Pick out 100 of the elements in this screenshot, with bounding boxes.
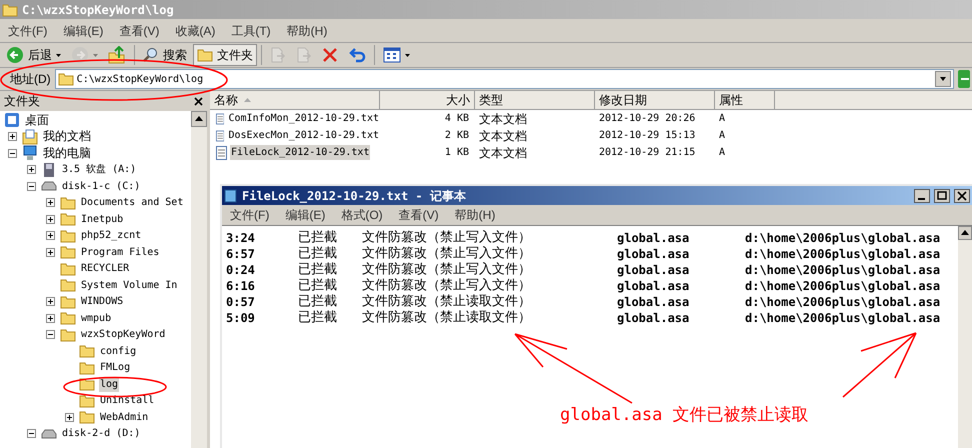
- move-to-icon: [270, 47, 286, 63]
- tree-item[interactable]: 3.5 软盘 (A:): [61, 162, 138, 178]
- folder-icon: [60, 228, 76, 243]
- tree-item[interactable]: Inetpub: [80, 212, 124, 227]
- scroll-up-icon[interactable]: [191, 111, 207, 127]
- expand-icon[interactable]: [46, 248, 55, 257]
- collapse-icon[interactable]: [27, 429, 36, 438]
- file-attributes: A: [718, 112, 726, 126]
- file-name[interactable]: DosExecMon_2012-10-29.txt: [227, 128, 380, 143]
- computer-icon: [22, 145, 38, 162]
- column-header[interactable]: 类型: [475, 91, 595, 109]
- window-title: FileLock_2012-10-29.txt - 记事本: [242, 188, 466, 204]
- file-type: 文本文档: [478, 128, 528, 144]
- file-size: 4 KB: [444, 112, 470, 126]
- caret-icon[interactable]: [56, 54, 61, 56]
- file-attributes: A: [718, 146, 726, 160]
- collapse-icon[interactable]: [8, 148, 17, 158]
- column-header[interactable]: 大小: [380, 91, 475, 109]
- expand-icon[interactable]: [46, 297, 55, 306]
- log-line: 3:24 已拦截 文件防篡改（禁止写入文件） global.asa d:\home\2006plus\global.asa: [226, 230, 942, 246]
- menu-item[interactable]: 文件(F): [222, 206, 278, 224]
- file-name[interactable]: FileLock_2012-10-29.txt: [230, 145, 370, 160]
- close-icon[interactable]: [194, 96, 203, 106]
- tree-item[interactable]: 我的文档: [42, 129, 92, 144]
- address-label: 地址(D): [9, 71, 51, 88]
- scroll-up-icon[interactable]: [958, 226, 972, 240]
- folder-icon: [60, 294, 76, 309]
- back-button[interactable]: 后退: [2, 44, 65, 66]
- pane-title: 文件夹: [4, 93, 40, 110]
- menu-item[interactable]: 工具(T): [223, 22, 279, 40]
- file-size: 1 KB: [444, 146, 470, 160]
- menu-item[interactable]: 编辑(E): [277, 206, 334, 224]
- log-line: 6:16 已拦截 文件防篡改（禁止写入文件） global.asa d:\home\2006plus\global.asa: [226, 278, 942, 294]
- column-header[interactable]: 名称: [210, 91, 380, 109]
- documents-icon: [22, 128, 38, 145]
- menu-item[interactable]: 收藏(A): [167, 22, 224, 40]
- tree-item[interactable]: log: [99, 376, 120, 392]
- menu-item[interactable]: 查看(V): [390, 206, 447, 224]
- expand-icon[interactable]: [8, 132, 17, 142]
- view-grid-icon: [383, 47, 401, 63]
- close-icon[interactable]: [954, 188, 970, 202]
- undo-icon: [348, 47, 366, 63]
- folder-icon: [60, 262, 76, 276]
- annotation-text: global.asa 文件已被禁止读取: [560, 404, 809, 427]
- collapse-icon[interactable]: [27, 182, 36, 191]
- file-type: 文本文档: [478, 144, 528, 162]
- tree-item[interactable]: wmpub: [80, 310, 112, 326]
- address-field[interactable]: C:\wzxStopKeyWord\log: [54, 69, 954, 89]
- log-line: 0:24 已拦截 文件防篡改（禁止写入文件） global.asa d:\home\2006plus\global.asa: [226, 262, 942, 278]
- notepad-icon: [224, 188, 238, 202]
- folder-icon: [79, 394, 95, 408]
- expand-icon[interactable]: [65, 412, 74, 422]
- log-line: 6:57 已拦截 文件防篡改（禁止写入文件） global.asa d:\home\2006plus\global.asa: [226, 246, 942, 262]
- folders-button[interactable]: 文件夹: [193, 44, 257, 66]
- caret-icon[interactable]: [405, 54, 410, 56]
- column-header[interactable]: 属性: [715, 91, 775, 109]
- folder-icon: [60, 328, 76, 342]
- tree-item[interactable]: disk-2-d (D:): [61, 426, 142, 442]
- column-header[interactable]: 修改日期: [595, 91, 715, 109]
- menu-item[interactable]: 帮助(H): [446, 206, 504, 224]
- tree-item[interactable]: WINDOWS: [80, 294, 124, 310]
- tree-item[interactable]: System Volume In: [80, 278, 178, 293]
- menu-item[interactable]: 格式(O): [333, 206, 391, 224]
- expand-icon[interactable]: [46, 198, 55, 208]
- expand-icon[interactable]: [27, 165, 36, 174]
- text-file-icon: [216, 146, 227, 160]
- folder-icon: [58, 72, 74, 86]
- menu-item[interactable]: 编辑(E): [55, 22, 112, 40]
- minimize-icon[interactable]: [914, 188, 930, 202]
- sort-arrow-icon: [244, 98, 251, 102]
- tree-item[interactable]: config: [99, 344, 138, 359]
- expand-icon[interactable]: [46, 231, 55, 240]
- tree-item[interactable]: php52_zcnt: [80, 228, 142, 244]
- menu-item[interactable]: 帮助(H): [278, 22, 336, 40]
- tree-item[interactable]: 我的电脑: [42, 146, 92, 161]
- file-name[interactable]: ComInfoMon_2012-10-29.txt: [227, 111, 380, 126]
- maximize-icon[interactable]: [934, 188, 950, 202]
- tree-item[interactable]: RECYCLER: [80, 261, 130, 276]
- search-button[interactable]: 搜索: [139, 44, 191, 66]
- scrollbar[interactable]: [191, 111, 207, 448]
- tree-item[interactable]: disk-1-c (C:): [61, 178, 142, 194]
- tree-item[interactable]: Program Files: [80, 244, 160, 260]
- tree-item[interactable]: Documents and Set: [80, 195, 184, 210]
- scrollbar[interactable]: [958, 226, 972, 448]
- file-attributes: A: [718, 129, 726, 143]
- tree-item[interactable]: WebAdmin: [99, 410, 150, 425]
- tree-item[interactable]: wzxStopKeyWord: [80, 327, 166, 342]
- collapse-icon[interactable]: [46, 330, 55, 340]
- file-date: 2012-10-29 21:15: [598, 146, 696, 160]
- expand-icon[interactable]: [46, 314, 55, 323]
- tree-item[interactable]: 桌面: [24, 112, 50, 128]
- expand-icon[interactable]: [46, 214, 55, 224]
- menu-item[interactable]: 文件(F): [0, 22, 56, 40]
- tree-item[interactable]: FMLog: [99, 360, 132, 376]
- folder-icon: [60, 196, 76, 210]
- menu-item[interactable]: 查看(V): [111, 22, 168, 40]
- tree-item[interactable]: Uninstall: [99, 393, 156, 408]
- file-date: 2012-10-29 20:26: [598, 112, 696, 126]
- desktop-icon: [4, 112, 20, 128]
- folder-icon: [79, 360, 95, 375]
